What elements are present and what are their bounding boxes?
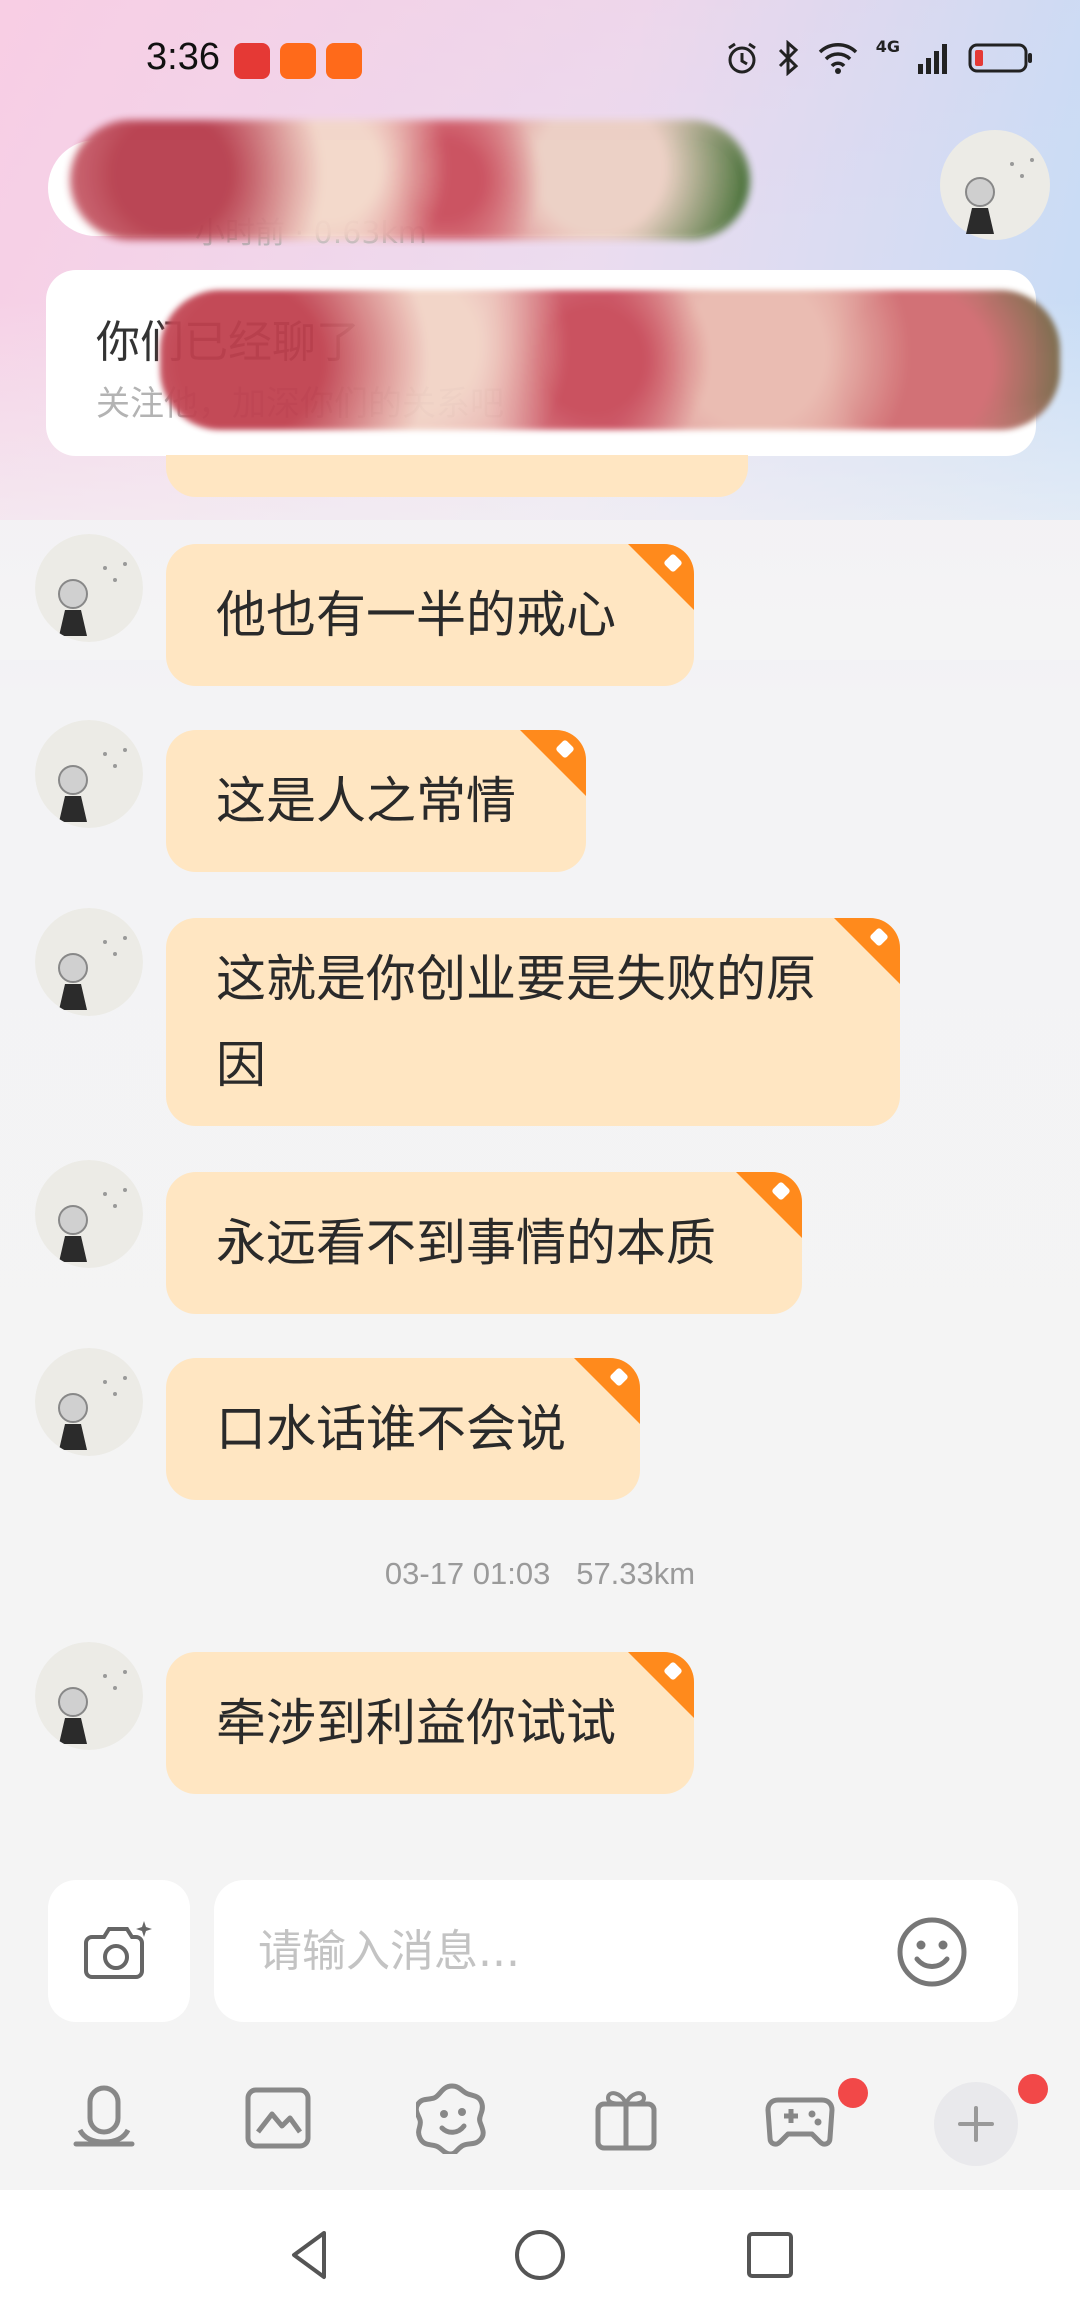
camera-icon xyxy=(84,1921,152,1979)
message-bubble[interactable]: 这就是你创业要是失败的原因 xyxy=(166,918,900,1126)
sender-avatar[interactable] xyxy=(35,534,143,642)
battery-icon xyxy=(968,43,1032,73)
game-icon xyxy=(765,2097,835,2147)
redacted-follow-content xyxy=(160,290,1060,430)
wifi-icon xyxy=(818,43,857,74)
home-button[interactable] xyxy=(510,2225,570,2285)
message-bubble[interactable]: 永远看不到事情的本质 xyxy=(166,1172,802,1314)
image-button[interactable] xyxy=(242,2082,314,2154)
recents-square-icon xyxy=(747,2232,793,2278)
gift-icon xyxy=(595,2091,657,2151)
back-button[interactable] xyxy=(280,2225,340,2285)
sticker-button[interactable] xyxy=(413,2082,488,2157)
sender-avatar[interactable] xyxy=(35,1160,143,1268)
status-icons: 4G xyxy=(724,36,1034,76)
recents-button[interactable] xyxy=(740,2225,800,2285)
game-notification-dot xyxy=(838,2078,868,2108)
message-bubble[interactable]: 他也有一半的戒心 xyxy=(166,544,694,686)
sender-avatar[interactable] xyxy=(35,720,143,828)
message-bubble-partial[interactable] xyxy=(166,455,748,497)
sender-avatar[interactable] xyxy=(35,908,143,1016)
status-time: 3:36 xyxy=(146,36,220,78)
header-avatar[interactable] xyxy=(940,130,1050,240)
emoji-icon xyxy=(897,1917,967,1987)
plus-icon xyxy=(958,2106,994,2142)
message-text: 口水话谁不会说 xyxy=(216,1400,566,1458)
taobao-flash-icon xyxy=(326,43,362,79)
taobao-flash-icon xyxy=(280,43,316,79)
sender-avatar[interactable] xyxy=(35,1348,143,1456)
game-button[interactable] xyxy=(764,2082,836,2154)
message-text: 他也有一半的戒心 xyxy=(216,586,616,644)
more-button[interactable] xyxy=(934,2082,1018,2166)
message-corner-badge-icon xyxy=(736,1172,802,1238)
message-corner-badge-icon xyxy=(574,1358,640,1424)
emoji-button[interactable] xyxy=(895,1915,969,1989)
camera-button[interactable] xyxy=(48,1880,190,2022)
message-bubble[interactable]: 这是人之常情 xyxy=(166,730,586,872)
image-icon xyxy=(245,2087,311,2149)
status-bar: 3:36 4G xyxy=(0,0,1080,120)
message-bubble[interactable]: 口水话谁不会说 xyxy=(166,1358,640,1500)
signal-icon xyxy=(918,44,947,74)
more-notification-dot xyxy=(1018,2074,1048,2104)
message-corner-badge-icon xyxy=(628,1652,694,1718)
message-text: 这是人之常情 xyxy=(216,772,516,830)
message-bubble[interactable]: 牵涉到利益你试试 xyxy=(166,1652,694,1794)
back-triangle-icon xyxy=(292,2231,326,2279)
message-timestamp: 03-17 01:03 57.33km xyxy=(384,1556,696,1591)
message-text: 牵涉到利益你试试 xyxy=(216,1694,616,1752)
sender-avatar[interactable] xyxy=(35,1642,143,1750)
message-corner-badge-icon xyxy=(520,730,586,796)
voice-button[interactable] xyxy=(68,2082,140,2154)
redacted-contact-name xyxy=(70,120,750,240)
bluetooth-icon xyxy=(778,40,798,76)
huawei-app-icon xyxy=(234,43,270,79)
message-text: 永远看不到事情的本质 xyxy=(216,1214,716,1272)
network-type-label: 4G xyxy=(875,36,900,56)
message-text: 这就是你创业要是失败的原因 xyxy=(216,950,816,1094)
home-circle-icon xyxy=(515,2230,565,2280)
gift-button[interactable] xyxy=(590,2082,662,2154)
alarm-icon xyxy=(727,42,756,74)
sticker-icon xyxy=(413,2083,486,2157)
message-corner-badge-icon xyxy=(628,544,694,610)
voice-icon xyxy=(73,2085,135,2147)
message-corner-badge-icon xyxy=(834,918,900,984)
